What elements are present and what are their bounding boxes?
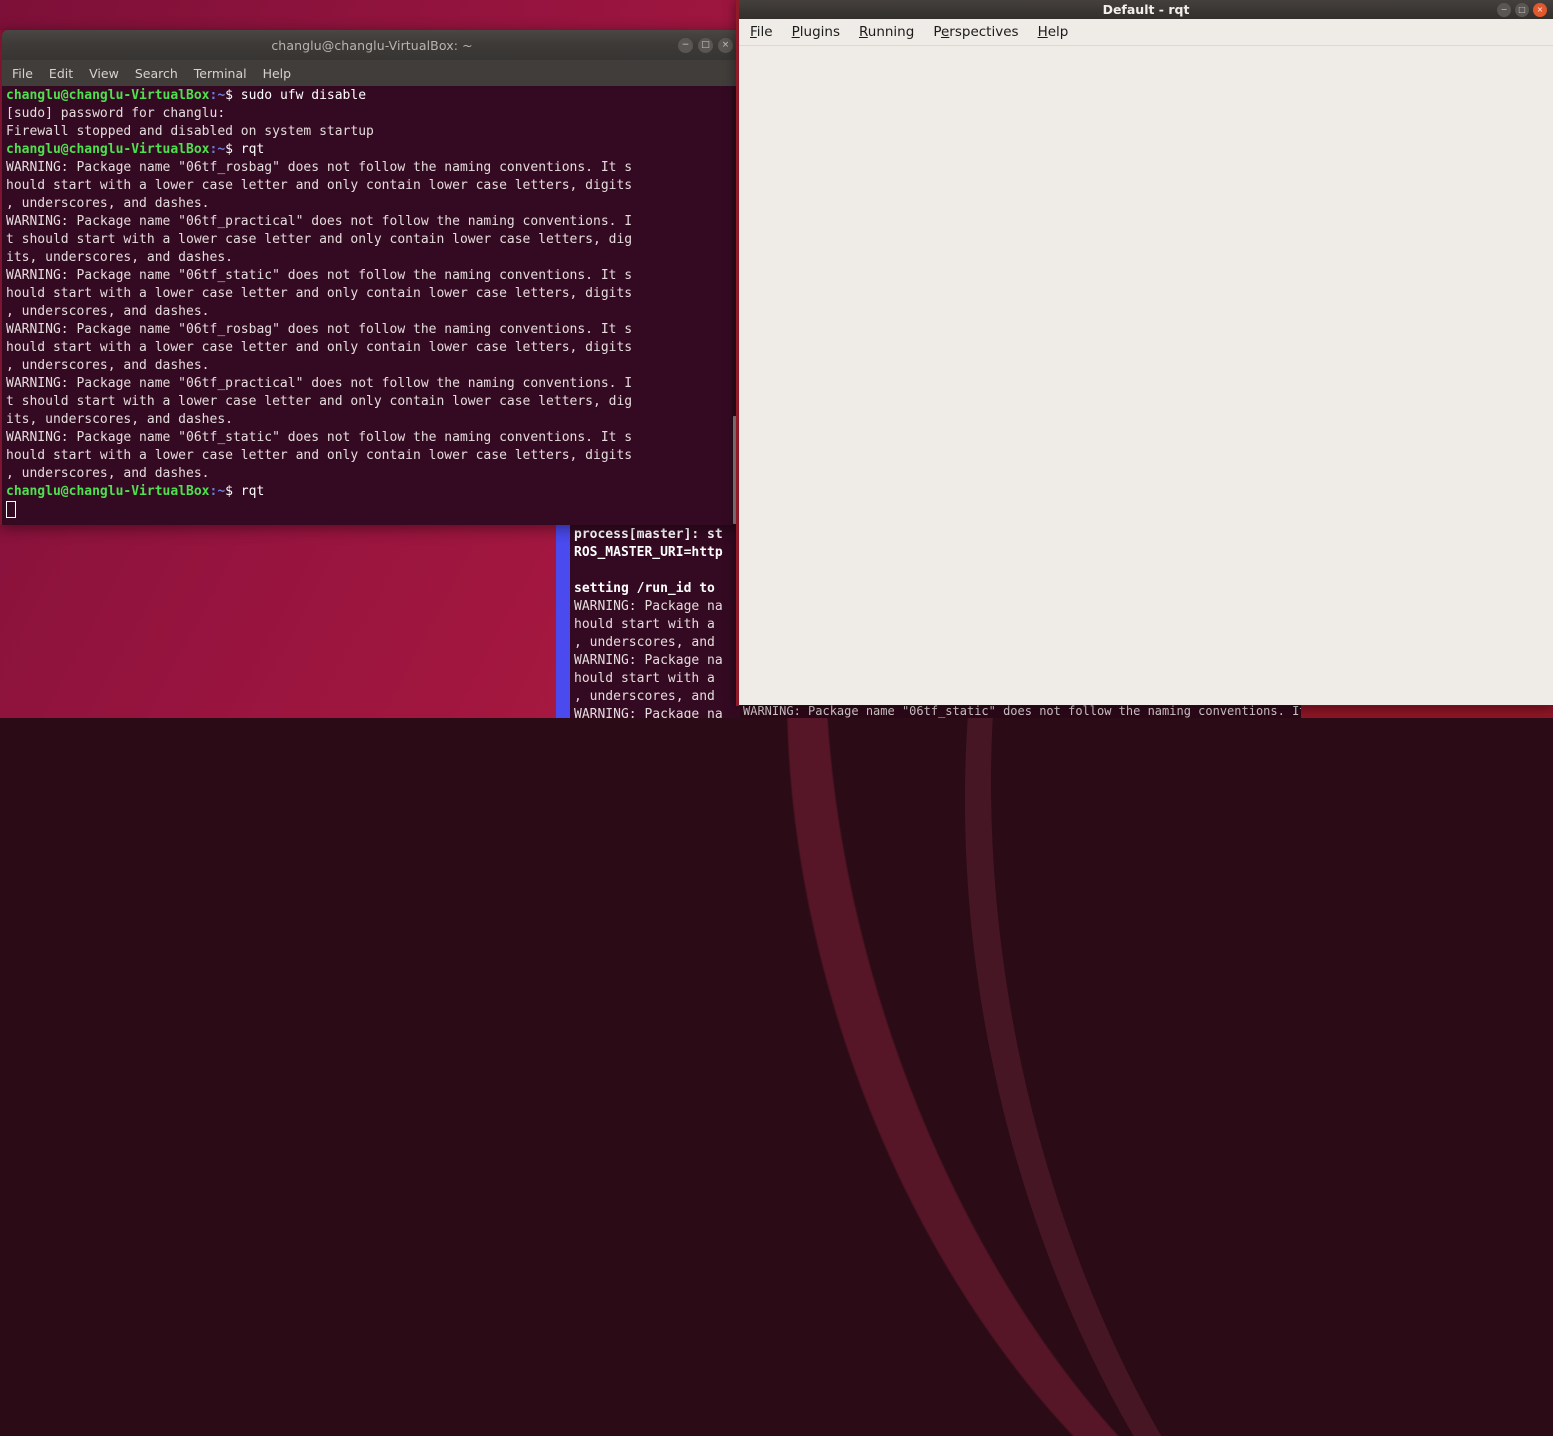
terminal-line: hould start with a lower case letter and… [6,178,633,193]
terminal-line: changlu@changlu-VirtualBox:~$ rqt [6,483,738,501]
menu-item-help[interactable]: Help [263,66,292,81]
terminal-scrollbar-highlight[interactable] [556,523,570,718]
terminal-line: , underscores, and [574,635,715,650]
terminal-line: t should start with a lower case letter … [6,232,633,247]
rqt-window-controls[interactable]: − □ × [1497,0,1547,19]
rqt-menu-item-file[interactable]: File [750,24,773,40]
terminal-line: hould start with a [574,671,715,686]
terminal-line: WARNING: Package name "06tf_rosbag" does… [6,322,633,337]
terminal-line [6,501,738,521]
terminal-command: $ rqt [225,142,265,157]
rqt-menu-item-plugins[interactable]: Plugins [792,24,840,40]
terminal-line: , underscores, and dashes. [6,466,210,481]
terminal-line: [sudo] password for changlu: [6,106,226,121]
terminal-prompt-user: changlu@changlu-VirtualBox [6,88,210,103]
rqt-menu-item-perspectives[interactable]: Perspectives [933,24,1018,40]
menu-item-terminal[interactable]: Terminal [194,66,247,81]
terminal-line: Firewall stopped and disabled on system … [6,124,374,139]
terminal-line: , underscores, and [574,689,715,704]
terminal-line: , underscores, and dashes. [6,304,210,319]
terminal-line: hould start with a lower case letter and… [6,448,633,463]
rqt-workspace[interactable] [739,46,1553,705]
terminal-line: changlu@changlu-VirtualBox:~$ sudo ufw d… [6,87,738,105]
terminal-line: its, underscores, and dashes. [6,250,233,265]
rqt-close-button[interactable]: × [1533,2,1547,17]
rqt-maximize-button[interactable]: □ [1515,2,1529,17]
desktop-edge-strip [1301,705,1553,718]
terminal-cursor [6,501,16,518]
terminal-line: WARNING: Package name "06tf_practical" d… [6,376,633,391]
terminal-line: WARNING: Package na [574,653,723,668]
menu-item-edit[interactable]: Edit [49,66,73,81]
terminal-line: WARNING: Package na [574,599,723,614]
terminal-line: hould start with a lower case letter and… [6,340,633,355]
rqt-menubar[interactable]: File Plugins Running Perspectives Help [739,19,1553,46]
terminal-line: setting /run_id to [574,581,715,596]
terminal-window[interactable]: changlu@changlu-VirtualBox: ~ − □ × File… [0,30,742,525]
maximize-button[interactable]: □ [698,37,713,53]
terminal-prompt-path: :~ [209,142,226,157]
terminal-prompt-user: changlu@changlu-VirtualBox [6,484,210,499]
terminal-title-text: changlu@changlu-VirtualBox: ~ [271,37,473,53]
terminal-line: ROS_MASTER_URI=http [574,545,723,560]
terminal-line: , underscores, and dashes. [6,196,210,211]
background-terminal-sliver[interactable]: WARNING: Package name "06tf_static" does… [740,705,1553,718]
menu-item-view[interactable]: View [89,66,119,81]
terminal-line: its, underscores, and dashes. [6,412,233,427]
minimize-button[interactable]: − [678,37,693,53]
terminal-line: WARNING: Package name "06tf_practical" d… [6,214,633,229]
rqt-window[interactable]: Default - rqt − □ × File Plugins Running Pe… [736,0,1553,706]
terminal-titlebar[interactable]: changlu@changlu-VirtualBox: ~ − □ × [2,30,742,60]
rqt-title-text: Default - rqt [1102,2,1190,17]
terminal-command: $ rqt [225,484,265,499]
terminal-prompt-path: :~ [209,484,226,499]
rqt-menu-item-running[interactable]: Running [859,24,914,40]
terminal-line: hould start with a lower case letter and… [6,286,633,301]
terminal-line: process[master]: st [574,527,723,542]
terminal-line: , underscores, and dashes. [6,358,210,373]
terminal-output-area[interactable]: changlu@changlu-VirtualBox:~$ sudo ufw d… [2,86,742,525]
terminal-line: WARNING: Package name "06tf_rosbag" does… [6,160,633,175]
terminal-menubar[interactable]: File Edit View Search Terminal Help [2,60,742,86]
rqt-menu-item-help[interactable]: Help [1038,24,1069,40]
terminal-line: changlu@changlu-VirtualBox:~$ rqt [6,141,738,159]
terminal-line: WARNING: Package name "06tf_static" does… [6,268,633,283]
terminal-prompt-path: :~ [209,88,226,103]
rqt-minimize-button[interactable]: − [1497,2,1511,17]
menu-item-search[interactable]: Search [135,66,178,81]
secondary-terminal-output[interactable]: process[master]: st ROS_MASTER_URI=http s… [570,523,740,718]
terminal-window-controls[interactable]: − □ × [678,30,733,60]
terminal-line: WARNING: Package name "06tf_static" does… [6,430,633,445]
terminal-line: WARNING: Package na [574,707,723,718]
close-button[interactable]: × [718,37,733,53]
menu-item-file[interactable]: File [12,66,33,81]
terminal-command: $ sudo ufw disable [225,88,367,103]
terminal-line: hould start with a [574,617,715,632]
rqt-titlebar[interactable]: Default - rqt − □ × [739,0,1553,19]
terminal-line: t should start with a lower case letter … [6,394,633,409]
terminal-prompt-user: changlu@changlu-VirtualBox [6,142,210,157]
secondary-terminal-window[interactable]: process[master]: st ROS_MASTER_URI=http s… [556,523,740,718]
